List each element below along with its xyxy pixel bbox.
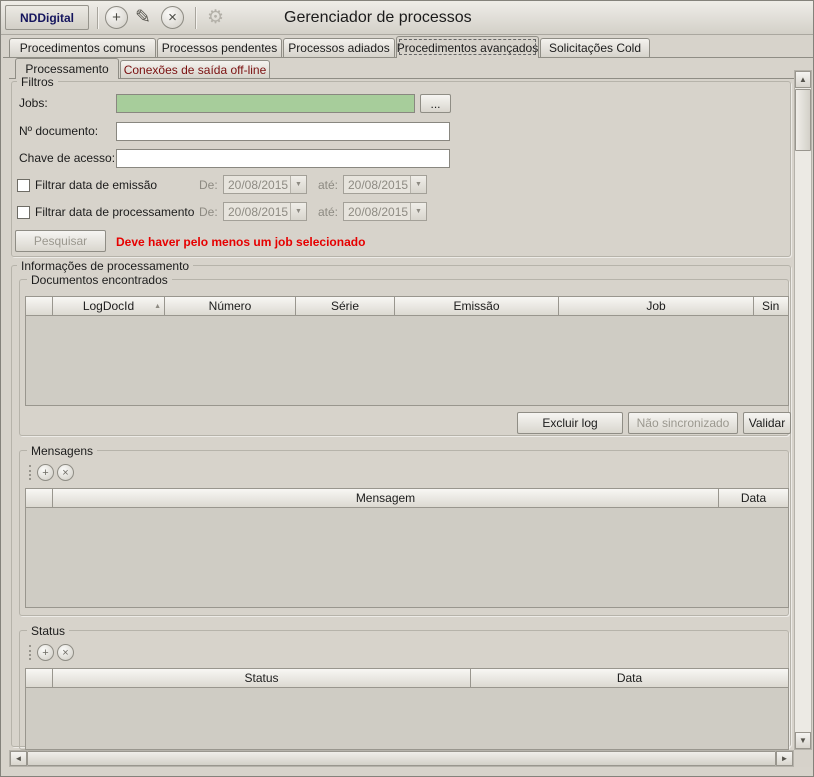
horizontal-scrollbar[interactable]: ◄ ► <box>9 750 794 767</box>
scroll-left-icon[interactable]: ◄ <box>10 751 27 766</box>
documento-label: Nº documento: <box>19 124 98 139</box>
status-grid-header: Status Data <box>25 668 789 688</box>
excluir-log-button[interactable]: Excluir log <box>517 412 623 434</box>
processamento-de-label: De: <box>199 205 218 220</box>
vertical-scrollbar-thumb[interactable] <box>795 89 811 151</box>
processamento-from-value: 20/08/2015 <box>224 203 290 220</box>
documents-grid-body <box>25 316 789 406</box>
processamento-to-value: 20/08/2015 <box>344 203 410 220</box>
filters-group-title: Filtros <box>17 75 58 89</box>
jobs-input[interactable] <box>116 94 415 113</box>
status-grid-body <box>25 688 789 750</box>
toolbar: NDDigital + ✎ × ⚙ Gerenciador de process… <box>1 1 814 35</box>
dropdown-icon[interactable]: ▼ <box>290 176 306 193</box>
column-header-logdocid[interactable]: LogDocId ▲ <box>53 296 165 316</box>
documento-input[interactable] <box>116 122 450 141</box>
row-selector-header <box>25 296 53 316</box>
chave-acesso-label: Chave de acesso: <box>19 151 115 166</box>
column-header-sincronizado[interactable]: Sin <box>754 296 789 316</box>
dropdown-icon[interactable]: ▼ <box>410 176 426 193</box>
status-remove-icon[interactable]: × <box>57 644 74 661</box>
row-selector-header <box>25 668 53 688</box>
tab-procedimentos-avancados[interactable]: Procedimentos avançados <box>396 36 539 58</box>
messages-grid-header: Mensagem Data <box>25 488 789 508</box>
vertical-scrollbar[interactable]: ▲ ▼ <box>794 70 812 750</box>
processamento-to-picker[interactable]: 20/08/2015 ▼ <box>343 202 427 221</box>
emissao-ate-label: até: <box>318 178 338 193</box>
job-warning-text: Deve haver pelo menos um job selecionado <box>116 235 365 249</box>
row-selector-header <box>25 488 53 508</box>
processamento-from-picker[interactable]: 20/08/2015 ▼ <box>223 202 307 221</box>
scrollbar-corner <box>794 750 812 767</box>
column-header-numero[interactable]: Número <box>165 296 296 316</box>
processing-info-title: Informações de processamento <box>17 259 193 273</box>
brand-button[interactable]: NDDigital <box>5 5 89 30</box>
emissao-from-picker[interactable]: 20/08/2015 ▼ <box>223 175 307 194</box>
column-header-job[interactable]: Job <box>559 296 754 316</box>
message-remove-icon[interactable]: × <box>57 464 74 481</box>
column-header-mensagem[interactable]: Mensagem <box>53 488 719 508</box>
message-add-icon[interactable]: + <box>37 464 54 481</box>
toolbar-separator <box>195 7 196 29</box>
jobs-label: Jobs: <box>19 96 48 111</box>
filtrar-processamento-checkbox[interactable] <box>17 206 30 219</box>
sort-ascending-icon: ▲ <box>154 303 161 310</box>
tab-processos-pendentes[interactable]: Processos pendentes <box>157 38 282 57</box>
horizontal-scrollbar-thumb[interactable] <box>27 751 776 766</box>
app-window: NDDigital + ✎ × ⚙ Gerenciador de process… <box>0 0 814 777</box>
tab-processos-adiados[interactable]: Processos adiados <box>283 38 395 57</box>
toolstrip-grip <box>29 645 33 660</box>
documents-grid-header: LogDocId ▲ Número Série Emissão Job Sin <box>25 296 789 316</box>
add-icon[interactable]: + <box>105 6 128 29</box>
emissao-from-value: 20/08/2015 <box>224 176 290 193</box>
emissao-to-picker[interactable]: 20/08/2015 ▼ <box>343 175 427 194</box>
scroll-down-icon[interactable]: ▼ <box>795 732 811 749</box>
jobs-browse-button[interactable]: ... <box>420 94 451 113</box>
tab-procedimentos-comuns[interactable]: Procedimentos comuns <box>9 38 156 57</box>
filtrar-processamento-label[interactable]: Filtrar data de processamento <box>35 205 194 220</box>
messages-group-title: Mensagens <box>27 444 97 458</box>
filtrar-emissao-label[interactable]: Filtrar data de emissão <box>35 178 157 193</box>
emissao-de-label: De: <box>199 178 218 193</box>
column-header-data[interactable]: Data <box>719 488 789 508</box>
app-title: Gerenciador de processos <box>284 9 472 27</box>
column-header-data[interactable]: Data <box>471 668 789 688</box>
tab-solicitacoes-cold[interactable]: Solicitações Cold <box>540 38 650 57</box>
status-group-title: Status <box>27 624 69 638</box>
process-icon[interactable]: ⚙ <box>207 6 224 29</box>
pesquisar-button[interactable]: Pesquisar <box>15 230 106 252</box>
nao-sincronizado-button[interactable]: Não sincronizado <box>628 412 738 434</box>
documents-group-title: Documentos encontrados <box>27 273 172 287</box>
status-add-icon[interactable]: + <box>37 644 54 661</box>
column-header-status[interactable]: Status <box>53 668 471 688</box>
filtrar-emissao-checkbox[interactable] <box>17 179 30 192</box>
chave-acesso-input[interactable] <box>116 149 450 168</box>
messages-grid-body <box>25 508 789 608</box>
toolbar-separator <box>97 7 98 29</box>
dropdown-icon[interactable]: ▼ <box>290 203 306 220</box>
dropdown-icon[interactable]: ▼ <box>410 203 426 220</box>
emissao-to-value: 20/08/2015 <box>344 176 410 193</box>
scroll-up-icon[interactable]: ▲ <box>795 71 811 88</box>
sub-tab-baseline <box>9 78 794 79</box>
column-header-emissao[interactable]: Emissão <box>395 296 559 316</box>
tab-conexoes-saida-offline[interactable]: Conexões de saída off-line <box>120 60 270 78</box>
validar-button[interactable]: Validar <box>743 412 791 434</box>
toolstrip-grip <box>29 465 33 480</box>
scroll-right-icon[interactable]: ► <box>776 751 793 766</box>
cancel-icon[interactable]: × <box>161 6 184 29</box>
column-header-serie[interactable]: Série <box>296 296 395 316</box>
processamento-ate-label: até: <box>318 205 338 220</box>
edit-icon[interactable]: ✎ <box>135 6 151 29</box>
column-label: LogDocId <box>83 299 134 313</box>
